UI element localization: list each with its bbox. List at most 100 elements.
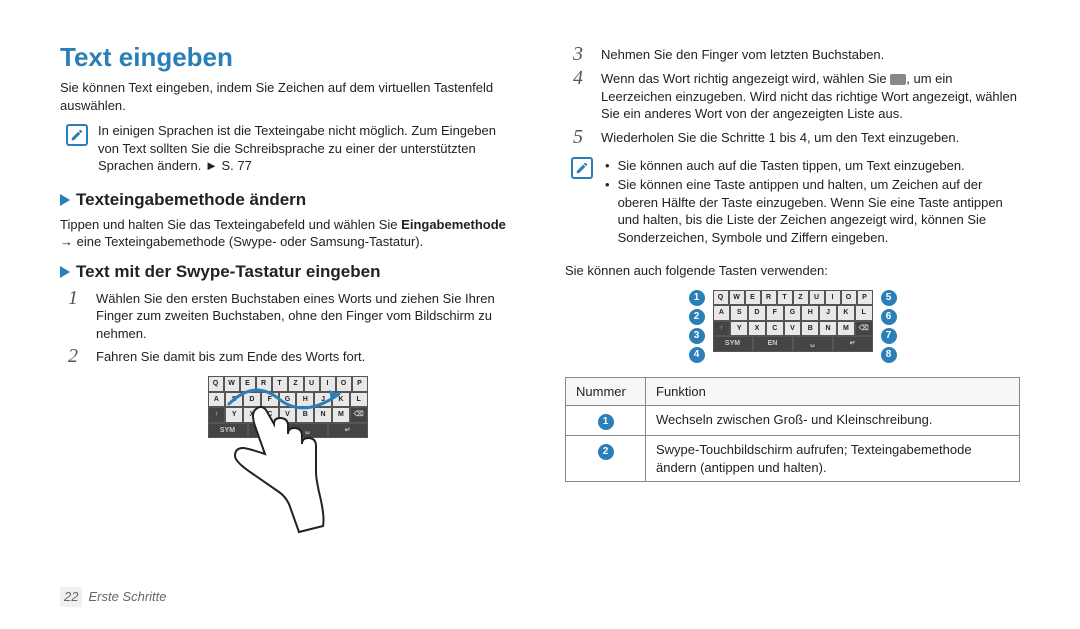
keyboard-key: Y [730, 321, 748, 336]
callout-number-badge: 4 [689, 347, 705, 363]
keyboard-key: ⌫ [350, 407, 368, 422]
table-cell-function: Swype-Touchbildschirm aufrufen; Texteing… [646, 436, 1020, 482]
callout-number-badge: 1 [689, 290, 705, 306]
chevron-right-icon [60, 266, 70, 278]
note-box-1: In einigen Sprachen ist die Texteingabe … [60, 122, 515, 175]
keyboard-key: S [730, 305, 748, 320]
space-key-icon [890, 74, 906, 85]
table-cell-number: 2 [566, 436, 646, 482]
function-table: Nummer Funktion 1 Wechseln zwischen Groß-… [565, 377, 1020, 482]
section-1-body-b: Eingabemethode [401, 217, 506, 232]
keyboard-key: ↵ [833, 336, 873, 351]
pencil-note-icon [66, 124, 88, 146]
note-2-bullet: Sie können eine Taste antippen und halte… [603, 176, 1020, 246]
swype-illustration: QWERTZUIOP ASDFGHJKL ↑YXCVBNM⌫ SYMEN␣↵ [188, 376, 388, 546]
chevron-right-icon [60, 194, 70, 206]
callout-number-badge: 3 [689, 328, 705, 344]
intro-text: Sie können Text eingeben, indem Sie Zeic… [60, 79, 515, 114]
callout-number-badge: 1 [598, 414, 614, 430]
keyboard-key: A [713, 305, 731, 320]
callout-number-badge: 2 [689, 309, 705, 325]
keyboard-key: G [784, 305, 802, 320]
keyboard-key: Q [208, 376, 224, 391]
keyboard-key: H [801, 305, 819, 320]
table-row: 2 Swype-Touchbildschirm aufrufen; Textein… [566, 436, 1020, 482]
keyboard-key: P [857, 290, 873, 305]
keyboard-key: O [841, 290, 857, 305]
keyboard-key: M [837, 321, 855, 336]
keyboard-key: V [784, 321, 802, 336]
keyboard-key: C [766, 321, 784, 336]
keyboard-key: ␣ [793, 336, 833, 351]
section-1-body-a: Tippen und halten Sie das Texteingabefel… [60, 217, 401, 232]
table-cell-number: 1 [566, 406, 646, 436]
step-number: 5 [573, 127, 591, 147]
step-text: Nehmen Sie den Finger vom letzten Buchst… [601, 44, 1020, 64]
step-text: Wiederholen Sie die Schritte 1 bis 4, um… [601, 127, 1020, 147]
keyboard-key: ⌫ [855, 321, 873, 336]
table-row: 1 Wechseln zwischen Groß- und Kleinschrei… [566, 406, 1020, 436]
callout-number-badge: 6 [881, 309, 897, 325]
keyboard-key: W [729, 290, 745, 305]
keyboard-key: R [761, 290, 777, 305]
keyboard-key: B [801, 321, 819, 336]
table-header-number: Nummer [566, 377, 646, 406]
step-text: Wenn das Wort richtig angezeigt wird, wä… [601, 68, 1020, 123]
hand-pointing-icon [228, 406, 328, 536]
step-number: 3 [573, 44, 591, 64]
keyboard-key: Z [793, 290, 809, 305]
step-item: 3 Nehmen Sie den Finger vom letzten Buch… [573, 44, 1020, 64]
keyboard-key: J [819, 305, 837, 320]
pencil-note-icon [571, 157, 593, 179]
footer-section-name: Erste Schritte [88, 588, 166, 606]
keyboard-key: K [837, 305, 855, 320]
callout-number-badge: 8 [881, 347, 897, 363]
step-item: 5 Wiederholen Sie die Schritte 1 bis 4, … [573, 127, 1020, 147]
step-text: Fahren Sie damit bis zum Ende des Worts … [96, 346, 515, 366]
keyboard-key: SYM [713, 336, 753, 351]
table-header-function: Funktion [646, 377, 1020, 406]
step-item: 1 Wählen Sie den ersten Buchstaben eines… [68, 288, 515, 343]
section-heading-2: Text mit der Swype-Tastatur eingeben [60, 261, 515, 284]
callout-number-badge: 5 [881, 290, 897, 306]
section-1-title: Texteingabemethode ändern [76, 189, 306, 212]
note-box-2: Sie können auch auf die Tasten tippen, u… [565, 155, 1020, 249]
page-footer: 22 Erste Schritte [60, 587, 167, 607]
step-4-text-a: Wenn das Wort richtig angezeigt wird, wä… [601, 71, 890, 86]
note-2-bullet: Sie können auch auf die Tasten tippen, u… [603, 157, 1020, 175]
keyboard-key: T [777, 290, 793, 305]
step-text: Wählen Sie den ersten Buchstaben eines W… [96, 288, 515, 343]
keyboard-key: N [819, 321, 837, 336]
section-1-body-c: → eine Texteingabemethode (Swype- oder S… [60, 234, 423, 249]
keyboard-key: Q [713, 290, 729, 305]
section-heading-1: Texteingabemethode ändern [60, 189, 515, 212]
keyboard-key: EN [753, 336, 793, 351]
note-text-1: In einigen Sprachen ist die Texteingabe … [98, 122, 515, 175]
keyboard-key: F [766, 305, 784, 320]
keyboard-key: L [350, 392, 368, 407]
section-1-body: Tippen und halten Sie das Texteingabefel… [60, 216, 515, 251]
annotated-keyboard: 1 2 3 4 QWERTZUIOP ASDFGHJKL ↑YXCVBNM⌫ SYME… [565, 290, 1020, 363]
keyboard-key: ↵ [328, 423, 368, 438]
step-item: 2 Fahren Sie damit bis zum Ende des Wort… [68, 346, 515, 366]
also-use-text: Sie können auch folgende Tasten verwende… [565, 262, 1020, 280]
page-title: Text eingeben [60, 40, 515, 75]
table-cell-function: Wechseln zwischen Groß- und Kleinschreib… [646, 406, 1020, 436]
step-number: 1 [68, 288, 86, 343]
step-number: 4 [573, 68, 591, 123]
keyboard-key: I [825, 290, 841, 305]
keyboard-key: ↑ [713, 321, 731, 336]
step-number: 2 [68, 346, 86, 366]
keyboard-key: P [352, 376, 368, 391]
keyboard-key: D [748, 305, 766, 320]
keyboard-key: X [748, 321, 766, 336]
callout-number-badge: 7 [881, 328, 897, 344]
page-number: 22 [60, 587, 82, 607]
keyboard-key: U [809, 290, 825, 305]
keyboard-key: E [745, 290, 761, 305]
step-item: 4 Wenn das Wort richtig angezeigt wird, … [573, 68, 1020, 123]
section-2-title: Text mit der Swype-Tastatur eingeben [76, 261, 381, 284]
note-2-bullet-text: Sie können auch auf die Tasten tippen, u… [618, 157, 965, 175]
keyboard-key: L [855, 305, 873, 320]
callout-number-badge: 2 [598, 444, 614, 460]
